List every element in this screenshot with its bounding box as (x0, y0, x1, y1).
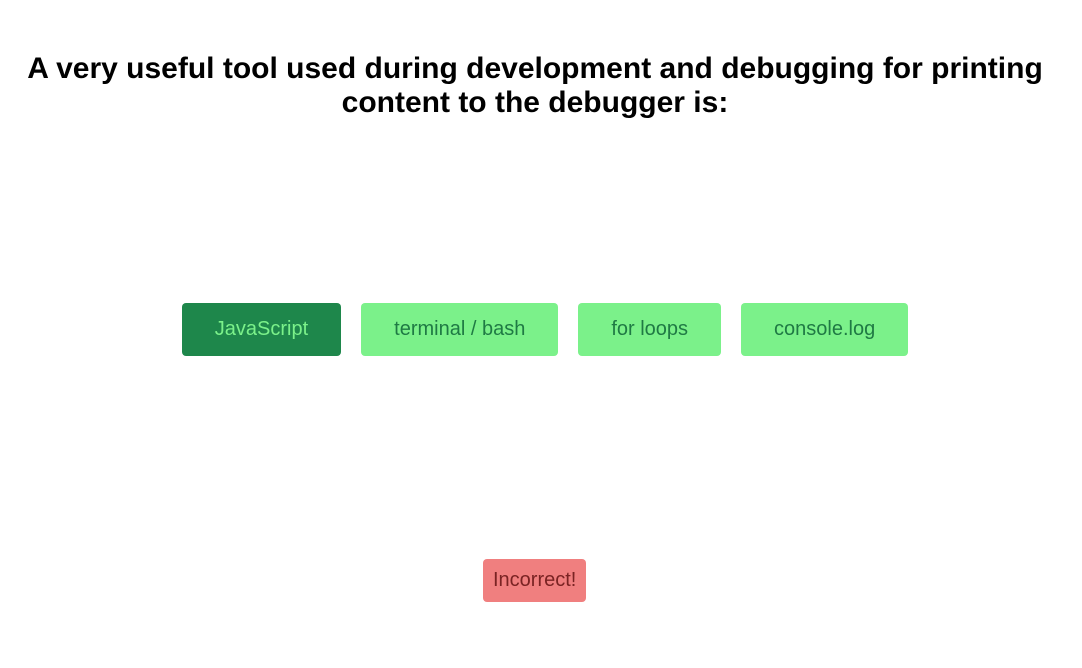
feedback-badge: Incorrect! (483, 559, 587, 602)
question-heading: A very useful tool used during developme… (27, 52, 1043, 119)
answer-button-terminal-bash[interactable]: terminal / bash (361, 303, 559, 356)
answer-button-console-log[interactable]: console.log (741, 303, 909, 356)
answer-options: JavaScript terminal / bash for loops con… (0, 303, 1082, 356)
answer-button-for-loops[interactable]: for loops (578, 303, 722, 356)
answer-button-javascript[interactable]: JavaScript (181, 303, 342, 356)
